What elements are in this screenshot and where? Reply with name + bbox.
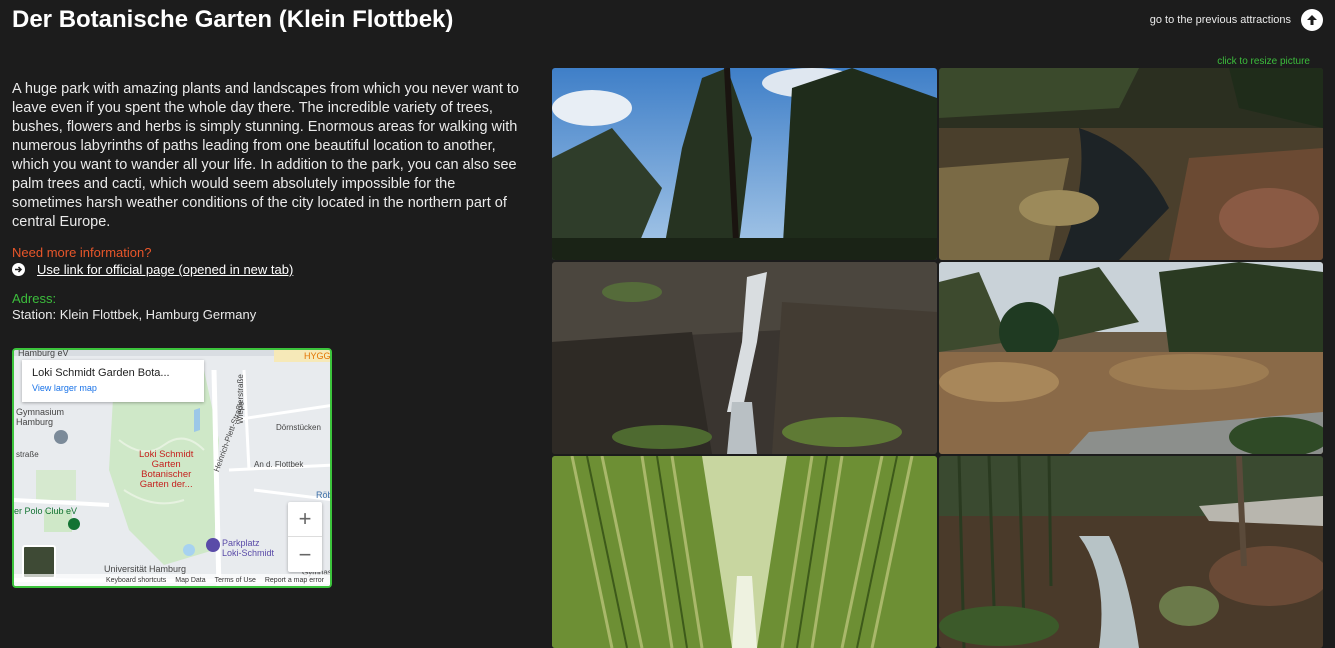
photo-waterfall[interactable] <box>552 262 937 454</box>
map-label-flottbek: An d. Flottbek <box>254 460 304 469</box>
official-page-label: Use link for official page (opened in ne… <box>37 262 294 277</box>
map-label-uni: Universität Hamburg <box>104 564 187 574</box>
map-label-hamburg-ev: Hamburg eV <box>18 348 69 358</box>
map-label-garden: Loki Schmidt Garten Botanischer Garten d… <box>139 449 194 490</box>
map-zoom-controls: + − <box>288 502 322 572</box>
adress-label: Adress: <box>12 291 57 306</box>
photo-pond-garden[interactable] <box>939 68 1323 260</box>
terms-of-use-link[interactable]: Terms of Use <box>215 577 256 584</box>
report-map-error-link[interactable]: Report a map error <box>265 577 324 584</box>
embedded-map[interactable]: Hamburg eV HYGG Gymnasium Hamburg Loki S… <box>12 348 332 588</box>
map-place-card: Loki Schmidt Garden Bota... View larger … <box>22 360 204 402</box>
map-label-strasse: straße <box>16 450 39 459</box>
more-info-label: Need more information? <box>12 245 152 260</box>
zoom-out-button[interactable]: − <box>288 537 322 572</box>
photo-heath-garden[interactable] <box>939 262 1323 454</box>
map-place-name: Loki Schmidt Garden Bota... <box>32 367 170 379</box>
station-text: Station: Klein Flottbek, Hamburg Germany <box>12 307 257 322</box>
photo-conifers-sky[interactable] <box>552 68 937 260</box>
official-page-link[interactable]: Use link for official page (opened in ne… <box>12 262 293 277</box>
arrow-up-icon[interactable] <box>1301 9 1323 31</box>
map-label-parkplatz: Parkplatz Loki-Schmidt <box>222 538 275 558</box>
attraction-page: Der Botanische Garten (Klein Flottbek) g… <box>0 0 1335 648</box>
sports-pin-icon <box>68 518 80 530</box>
keyboard-shortcuts-link[interactable]: Keyboard shortcuts <box>106 577 166 584</box>
photo-bamboo-tunnel[interactable] <box>552 456 937 648</box>
previous-attractions-label: go to the previous attractions <box>1149 14 1291 26</box>
school-pin-icon <box>54 430 68 444</box>
attraction-description: A huge park with amazing plants and land… <box>12 81 519 230</box>
zoom-in-button[interactable]: + <box>288 502 322 537</box>
parking-pin-icon <box>206 538 220 552</box>
map-label-wiepler: Wieplerstraße <box>236 374 245 424</box>
map-footer: Keyboard shortcuts Map Data Terms of Use… <box>14 574 330 586</box>
map-data-link[interactable]: Map Data <box>175 577 205 584</box>
photo-bamboo-stream[interactable] <box>939 456 1323 648</box>
map-label-rob: Röb <box>316 490 332 500</box>
previous-attractions-link[interactable]: go to the previous attractions <box>1150 9 1323 31</box>
map-label-domstuecken: Dörnstücken <box>276 423 321 432</box>
map-label-gymnasium: Gymnasium Hamburg <box>16 407 65 427</box>
page-title: Der Botanische Garten (Klein Flottbek) <box>12 6 454 33</box>
arrow-right-icon <box>12 263 25 276</box>
map-label-polo: er Polo Club eV <box>14 506 78 516</box>
map-label-hygg: HYGG <box>304 351 331 361</box>
resize-picture-hint: click to resize picture <box>1217 56 1310 67</box>
view-larger-map-link[interactable]: View larger map <box>32 383 194 393</box>
